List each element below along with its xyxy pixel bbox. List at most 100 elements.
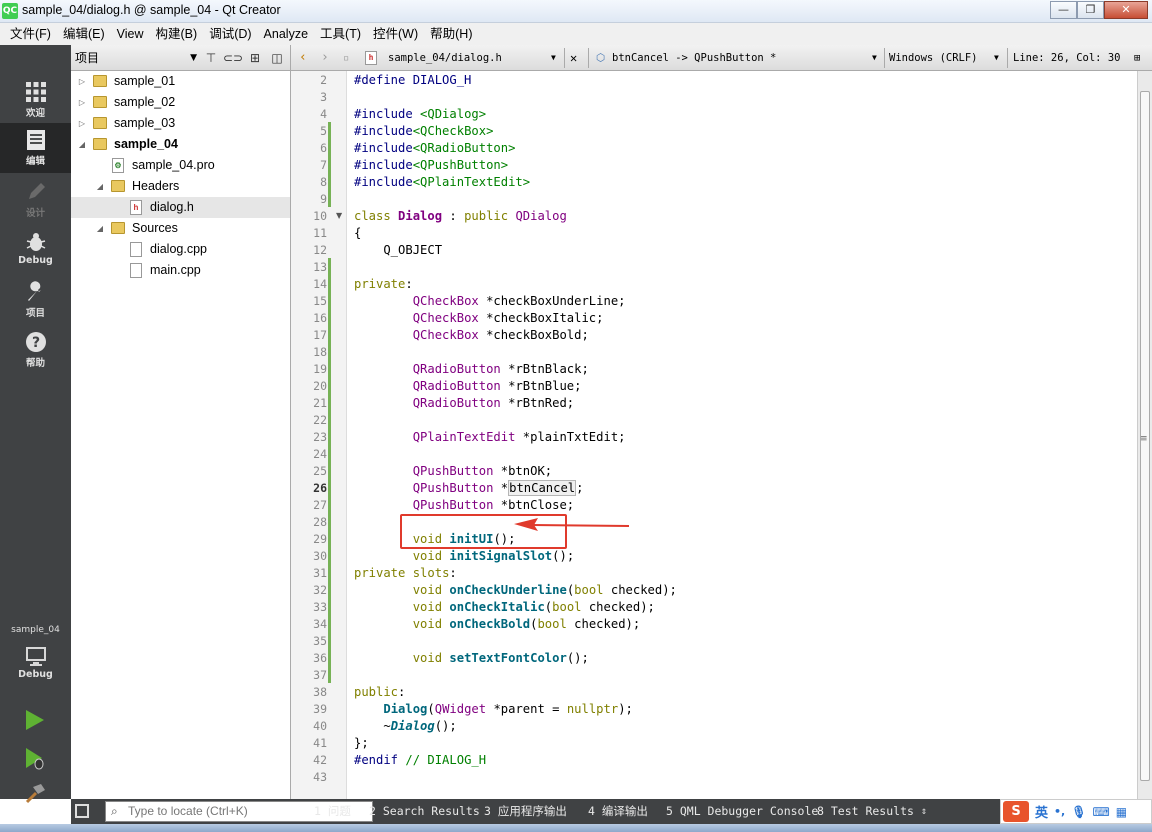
- mode-welcome[interactable]: 欢迎: [0, 75, 71, 123]
- cursor-position[interactable]: Line: 26, Col: 30: [1013, 45, 1120, 71]
- close-sidebar-icon[interactable]: ◫: [269, 50, 285, 66]
- code-line[interactable]: void onCheckUnderline(bool checked);: [354, 582, 677, 599]
- filter-icon[interactable]: ⊤: [203, 50, 219, 66]
- tree-item-dialog-cpp[interactable]: dialog.cpp: [71, 239, 291, 260]
- code-line[interactable]: class Dialog : public QDialog: [354, 208, 567, 225]
- pane-compile-output[interactable]: 4 编译输出: [588, 799, 648, 824]
- code-line[interactable]: public:: [354, 684, 405, 701]
- code-line[interactable]: ~Dialog();: [354, 718, 456, 735]
- menu-debug[interactable]: 调试(D): [203, 23, 257, 45]
- code-line[interactable]: QCheckBox *checkBoxBold;: [354, 327, 589, 344]
- code-line[interactable]: Q_OBJECT: [354, 242, 442, 259]
- kit-selector[interactable]: Debug: [0, 639, 71, 687]
- collapse-arrow-icon[interactable]: ◢: [95, 176, 105, 197]
- code-line[interactable]: Dialog(QWidget *parent = nullptr);: [354, 701, 633, 718]
- fold-arrow-icon[interactable]: ▼: [336, 211, 342, 220]
- code-line[interactable]: void onCheckItalic(bool checked);: [354, 599, 655, 616]
- menu-file[interactable]: 文件(F): [4, 23, 57, 45]
- code-line[interactable]: QPushButton *btnCancel;: [354, 480, 584, 497]
- mode-debug[interactable]: Debug: [0, 225, 71, 273]
- pane-search-results[interactable]: 2 Search Results: [369, 799, 480, 824]
- code-line[interactable]: void initSignalSlot();: [354, 548, 574, 565]
- mode-design[interactable]: 设计: [0, 175, 71, 223]
- code-line[interactable]: #endif // DIALOG_H: [354, 752, 486, 769]
- back-arrow-icon[interactable]: ‹: [299, 45, 307, 71]
- microphone-icon[interactable]: 🎙: [1071, 805, 1086, 819]
- code-line[interactable]: private slots:: [354, 565, 457, 582]
- code-line[interactable]: QPushButton *btnClose;: [354, 497, 574, 514]
- tree-item-sources[interactable]: ◢ Sources: [71, 218, 291, 239]
- tree-item-main-cpp[interactable]: main.cpp: [71, 260, 291, 281]
- menu-build[interactable]: 构建(B): [150, 23, 204, 45]
- mode-help[interactable]: ? 帮助: [0, 325, 71, 373]
- code-line[interactable]: #include<QCheckBox>: [354, 123, 493, 140]
- split-editor-icon[interactable]: ⊞: [1134, 45, 1140, 71]
- code-line[interactable]: #define DIALOG_H: [354, 72, 471, 89]
- apps-grid-icon[interactable]: ▦: [1116, 805, 1127, 819]
- code-line[interactable]: #include <QDialog>: [354, 106, 486, 123]
- code-line[interactable]: #include<QRadioButton>: [354, 140, 515, 157]
- sogou-logo-icon[interactable]: S: [1003, 801, 1029, 822]
- link-icon[interactable]: ⊂⊃: [223, 50, 243, 66]
- expand-arrow-icon[interactable]: ▷: [77, 113, 87, 134]
- code-line[interactable]: void onCheckBold(bool checked);: [354, 616, 641, 633]
- tree-item-headers[interactable]: ◢ Headers: [71, 176, 291, 197]
- collapse-arrow-icon[interactable]: ◢: [95, 218, 105, 239]
- pane-application-output[interactable]: 3 应用程序输出: [484, 799, 567, 824]
- forward-arrow-icon[interactable]: ›: [321, 45, 329, 71]
- menu-help[interactable]: 帮助(H): [424, 23, 478, 45]
- current-symbol[interactable]: btnCancel -> QPushButton *: [612, 45, 776, 71]
- mode-edit[interactable]: 编辑: [0, 123, 71, 173]
- menu-view[interactable]: View: [111, 23, 150, 45]
- build-hammer-button[interactable]: [24, 782, 46, 806]
- code-line[interactable]: };: [354, 735, 369, 752]
- code-line[interactable]: QRadioButton *rBtnBlue;: [354, 378, 582, 395]
- close-button[interactable]: ✕: [1104, 1, 1148, 19]
- close-document-icon[interactable]: ✕: [570, 45, 577, 71]
- code-line[interactable]: QRadioButton *rBtnBlack;: [354, 361, 589, 378]
- pane-qml-debugger-console[interactable]: 5 QML Debugger Console: [666, 799, 818, 824]
- chevron-down-icon[interactable]: ▼: [872, 45, 877, 71]
- run-button[interactable]: [24, 708, 46, 732]
- tree-item-sample_04-pro[interactable]: ⚙ sample_04.pro: [71, 155, 291, 176]
- code-line[interactable]: {: [354, 225, 361, 242]
- minimize-button[interactable]: —: [1050, 1, 1077, 19]
- toggle-sidebar-icon[interactable]: [75, 804, 89, 818]
- code-line[interactable]: QPlainTextEdit *plainTxtEdit;: [354, 429, 626, 446]
- code-line[interactable]: QCheckBox *checkBoxItalic;: [354, 310, 604, 327]
- code-line[interactable]: void setTextFontColor();: [354, 650, 589, 667]
- chevron-down-icon[interactable]: ▼: [994, 45, 999, 71]
- punctuation-icon[interactable]: •,: [1054, 805, 1065, 818]
- maximize-button[interactable]: ❐: [1077, 1, 1104, 19]
- split-icon[interactable]: ⊞: [247, 50, 263, 66]
- code-line[interactable]: QCheckBox *checkBoxUnderLine;: [354, 293, 626, 310]
- ime-language[interactable]: 英: [1035, 802, 1048, 821]
- menu-tools[interactable]: 工具(T): [314, 23, 367, 45]
- code-line[interactable]: private:: [354, 276, 413, 293]
- code-line[interactable]: QRadioButton *rBtnRed;: [354, 395, 574, 412]
- tree-item-sample_03[interactable]: ▷ sample_03: [71, 113, 291, 134]
- line-endings-select[interactable]: Windows (CRLF): [889, 45, 978, 71]
- tree-item-dialog-h[interactable]: h dialog.h: [71, 197, 290, 218]
- code-line[interactable]: QPushButton *btnOK;: [354, 463, 552, 480]
- expand-arrow-icon[interactable]: ▷: [77, 92, 87, 113]
- current-file-name[interactable]: sample_04/dialog.h: [388, 45, 502, 71]
- code-line[interactable]: #include<QPlainTextEdit>: [354, 174, 530, 191]
- menu-edit[interactable]: 编辑(E): [57, 23, 111, 45]
- menu-widgets[interactable]: 控件(W): [367, 23, 424, 45]
- tree-item-sample_04[interactable]: ◢ sample_04: [71, 134, 291, 155]
- vertical-scrollbar[interactable]: ≡: [1137, 71, 1152, 799]
- pane-issues[interactable]: 1 问题: [314, 799, 351, 824]
- pane-more-arrow-icon[interactable]: ⇕: [921, 799, 927, 824]
- tree-item-sample_01[interactable]: ▷ sample_01: [71, 71, 291, 92]
- mode-projects[interactable]: 项目: [0, 275, 71, 323]
- chevron-down-icon[interactable]: ▼: [551, 45, 556, 71]
- expand-arrow-icon[interactable]: ▷: [77, 71, 87, 92]
- collapse-arrow-icon[interactable]: ◢: [77, 134, 87, 155]
- tree-item-sample_02[interactable]: ▷ sample_02: [71, 92, 291, 113]
- project-view-select[interactable]: 项目 ▼: [75, 49, 197, 67]
- pane-test-results[interactable]: 8 Test Results: [817, 799, 914, 824]
- keyboard-icon[interactable]: ⌨: [1092, 805, 1109, 819]
- debug-run-button[interactable]: [24, 746, 46, 770]
- code-line[interactable]: #include<QPushButton>: [354, 157, 508, 174]
